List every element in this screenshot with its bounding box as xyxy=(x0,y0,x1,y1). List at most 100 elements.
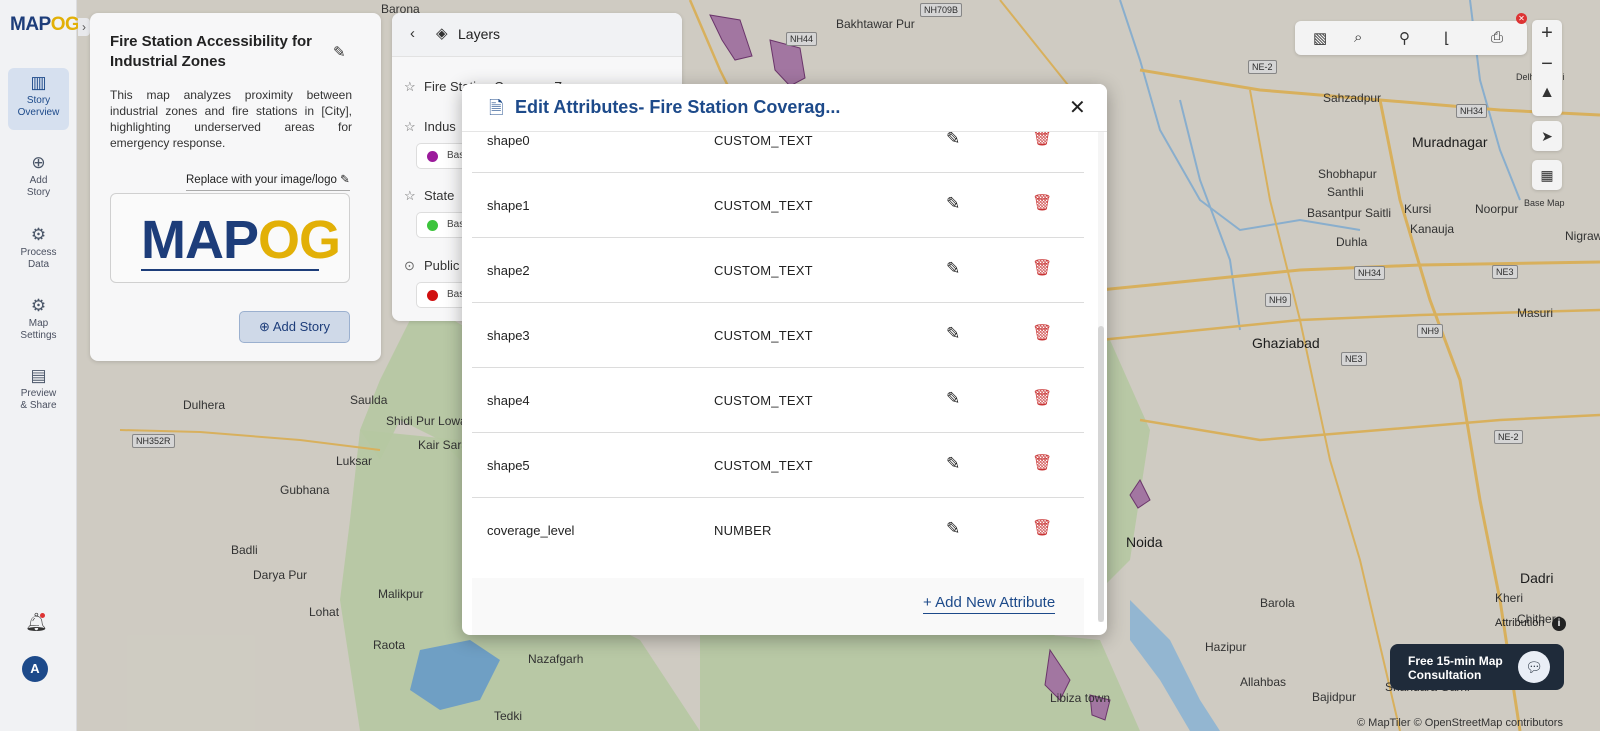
app-logo[interactable]: MAPOG xyxy=(10,14,80,36)
attribute-type: CUSTOM_TEXT xyxy=(714,458,813,473)
attribute-type: CUSTOM_TEXT xyxy=(714,263,813,278)
trash-icon[interactable]: 🗑︎ xyxy=(1032,258,1052,278)
layer-row[interactable]: ☆ State xyxy=(404,188,454,204)
trash-icon[interactable]: 🗑︎ xyxy=(1032,323,1052,343)
attribute-type: NUMBER xyxy=(714,523,772,538)
rail-label: Add xyxy=(29,175,48,186)
layer-type-icon: ☆ xyxy=(404,79,416,94)
color-swatch xyxy=(427,290,438,301)
rail-preview-share[interactable]: ▤ Preview & Share xyxy=(8,361,69,417)
rail-expand-icon[interactable]: › xyxy=(78,18,90,36)
base-map-button[interactable]: ▦ xyxy=(1532,160,1562,190)
attribute-row: shape4 CUSTOM_TEXT ✎ 🗑︎ xyxy=(472,368,1084,433)
attribute-type: CUSTOM_TEXT xyxy=(714,393,813,408)
consultation-button[interactable]: Free 15-min Map Consultation 💬︎ xyxy=(1390,644,1564,690)
zoom-control: + − ▲ xyxy=(1532,20,1562,116)
replace-logo-link[interactable]: Replace with your image/logo ✎ xyxy=(186,172,350,191)
pencil-icon[interactable]: ✎ xyxy=(946,389,960,409)
left-rail: MAPOG ▥ Story Overview ⊕ Add Story ⚙ Pro… xyxy=(0,0,80,731)
modal-header: 🗎︎ Edit Attributes- Fire Station Coverag… xyxy=(462,84,1107,132)
rail-label: Preview xyxy=(20,388,57,399)
compass-icon[interactable]: ▲ xyxy=(1532,84,1562,102)
pencil-icon: ✎ xyxy=(340,174,350,186)
attribute-name: shape2 xyxy=(487,263,530,278)
layer-label: Public xyxy=(424,258,460,273)
layers-header: ‹ ◈ Layers xyxy=(392,13,682,57)
replace-logo-label: Replace with your image/logo xyxy=(186,174,337,186)
attribute-name: shape3 xyxy=(487,328,530,343)
map-view-icon[interactable]: ▧ xyxy=(1313,29,1327,47)
rail-story-overview[interactable]: ▥ Story Overview xyxy=(8,68,69,130)
rail-label: Process xyxy=(20,247,57,258)
rail-label: Map xyxy=(28,318,49,329)
zoom-out-icon[interactable]: − xyxy=(1532,53,1562,76)
zoom-in-icon[interactable]: + xyxy=(1532,22,1562,45)
navigate-icon[interactable]: ➤ xyxy=(1532,121,1562,151)
trash-icon[interactable]: 🗑︎ xyxy=(1032,193,1052,213)
avatar[interactable]: A xyxy=(22,656,48,682)
add-story-button[interactable]: ⊕ Add Story xyxy=(239,311,350,343)
pencil-icon[interactable]: ✎ xyxy=(946,194,960,214)
rail-process-data[interactable]: ⚙ Process Data xyxy=(8,220,69,276)
chevron-left-icon[interactable]: ‹ xyxy=(410,25,415,42)
layer-type-icon: ☆ xyxy=(404,119,416,134)
attribute-type: CUSTOM_TEXT xyxy=(714,198,813,213)
attribute-row: shape3 CUSTOM_TEXT ✎ 🗑︎ xyxy=(472,303,1084,368)
scrollbar-thumb[interactable] xyxy=(1098,326,1104,622)
rail-add-story[interactable]: ⊕ Add Story xyxy=(8,148,69,204)
attribute-name: shape4 xyxy=(487,393,530,408)
measure-icon[interactable]: ⌊ xyxy=(1444,29,1450,47)
add-location-icon: ⊕ xyxy=(259,319,270,334)
close-icon[interactable]: ✕ xyxy=(1069,95,1086,120)
story-title: Fire Station Accessibility for Industria… xyxy=(110,33,312,70)
layer-row[interactable]: ⊙ Public xyxy=(404,258,459,274)
attribute-row: shape1 CUSTOM_TEXT ✎ 🗑︎ xyxy=(472,173,1084,238)
rail-map-settings[interactable]: ⚙ Map Settings xyxy=(8,291,69,347)
pencil-icon[interactable]: ✎ xyxy=(946,324,960,344)
story-panel: Fire Station Accessibility for Industria… xyxy=(90,13,381,361)
pencil-icon[interactable]: ✎ xyxy=(946,519,960,539)
base-map-icon: ▦ xyxy=(1540,167,1554,183)
attribute-row: shape0 CUSTOM_TEXT ✎ 🗑︎ xyxy=(472,132,1084,173)
attribute-list[interactable]: shape0 CUSTOM_TEXT ✎ 🗑︎ shape1 CUSTOM_TE… xyxy=(472,132,1084,562)
attribute-name: coverage_level xyxy=(487,523,575,538)
attribution-label: Attribution xyxy=(1495,617,1545,629)
rail-label: & Share xyxy=(20,400,57,411)
attribute-row: coverage_level NUMBER ✎ 🗑︎ xyxy=(472,498,1084,562)
modal-title: Edit Attributes- Fire Station Coverag... xyxy=(515,97,841,117)
rail-label: Overview xyxy=(17,107,60,118)
rail-label: Story xyxy=(26,187,51,198)
search-icon[interactable]: ⌕ xyxy=(1354,29,1362,46)
story-logo: MAPOG xyxy=(141,210,341,270)
rail-label: Story xyxy=(26,95,51,106)
layer-type-icon: ☆ xyxy=(404,188,416,203)
pencil-icon[interactable]: ✎ xyxy=(946,259,960,279)
notification-dot xyxy=(40,613,45,618)
attribute-type: CUSTOM_TEXT xyxy=(714,328,813,343)
location-icon[interactable]: ⚲ xyxy=(1399,29,1410,47)
layers-icon: ◈ xyxy=(436,25,448,42)
add-attribute-button[interactable]: + Add New Attribute xyxy=(923,594,1056,614)
print-icon[interactable]: ⎙ xyxy=(1491,29,1503,46)
pencil-icon[interactable]: ✎ xyxy=(946,454,960,474)
preview-icon: ▤ xyxy=(30,366,47,385)
add-location-icon: ⊕ xyxy=(31,153,46,172)
close-icon[interactable]: ✕ xyxy=(1516,13,1527,24)
pencil-icon[interactable]: ✎ xyxy=(946,132,960,149)
logo-upload-box[interactable]: MAPOG xyxy=(110,193,350,283)
trash-icon[interactable]: 🗑︎ xyxy=(1032,453,1052,473)
modal-footer: + Add New Attribute xyxy=(472,578,1084,635)
trash-icon[interactable]: 🗑︎ xyxy=(1032,132,1052,148)
info-icon[interactable]: i xyxy=(1552,617,1566,631)
trash-icon[interactable]: 🗑︎ xyxy=(1032,388,1052,408)
pencil-icon[interactable]: ✎ xyxy=(333,43,346,61)
trash-icon[interactable]: 🗑︎ xyxy=(1032,518,1052,538)
color-swatch xyxy=(427,220,438,231)
add-story-label: Add Story xyxy=(272,319,330,334)
rail-label: Data xyxy=(27,259,50,270)
layer-row[interactable]: ☆ Indus xyxy=(404,119,456,135)
color-swatch xyxy=(427,151,438,162)
consultation-label: Free 15-min Map Consultation xyxy=(1408,654,1503,682)
map-icon: ▥ xyxy=(30,73,47,92)
map-copyright: © MapTiler © OpenStreetMap contributors xyxy=(1357,717,1563,729)
